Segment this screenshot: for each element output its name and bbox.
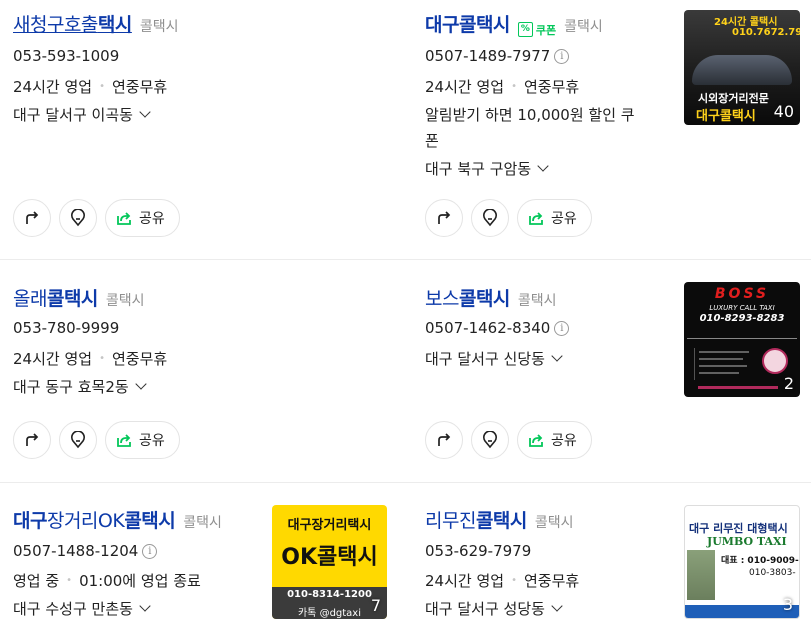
phone-number[interactable]: 053-629-7979: [425, 542, 531, 560]
address-toggle[interactable]: 대구 달서구 성당동: [425, 598, 563, 619]
thumbnail-phone-1: 대표 : 010-9009-: [721, 556, 799, 566]
chevron-down-icon: [551, 599, 563, 612]
thumbnail-line-2: OK콜택시: [281, 545, 378, 570]
thumbnail-kakao: 카톡 @dgtaxi: [297, 608, 362, 619]
thumbnail-line-1: 대구 리무진 대형택시: [689, 522, 788, 535]
category-label: 콜택시: [183, 515, 222, 531]
listing-title-link[interactable]: 대구장거리OK콜택시: [13, 506, 176, 533]
thumbnail-line-2: JUMBO TAXI: [707, 535, 787, 548]
phone-number[interactable]: 0507-1488-1204: [13, 542, 138, 560]
business-hours: 영업 중 • 01:00에 영업 종료: [13, 572, 201, 590]
address-toggle[interactable]: 대구 수성구 만촌동: [13, 598, 151, 619]
thumbnail-phone: 010-8314-1200: [287, 589, 372, 600]
business-hours: 24시간 영업 • 연중무휴: [425, 572, 580, 590]
phone-row: 0507-1488-1204 i: [13, 542, 158, 560]
photo-count: 7: [370, 596, 381, 615]
chevron-down-icon: [139, 599, 151, 612]
listing-thumbnail[interactable]: 대구장거리택시 OK콜택시 010-8314-1200 카톡 @dgtaxi 7: [272, 505, 387, 619]
thumbnail-line-1: 대구장거리택시: [287, 518, 372, 533]
category-label: 콜택시: [534, 515, 574, 531]
thumbnail-phone-2: 010-3803-: [749, 568, 796, 578]
photo-count: 3: [782, 595, 793, 614]
listing-title-link[interactable]: 리무진콜택시: [425, 506, 527, 533]
listing-thumbnail[interactable]: 대구 리무진 대형택시 JUMBO TAXI 대표 : 010-9009- 01…: [684, 505, 800, 619]
info-icon[interactable]: i: [142, 543, 158, 559]
